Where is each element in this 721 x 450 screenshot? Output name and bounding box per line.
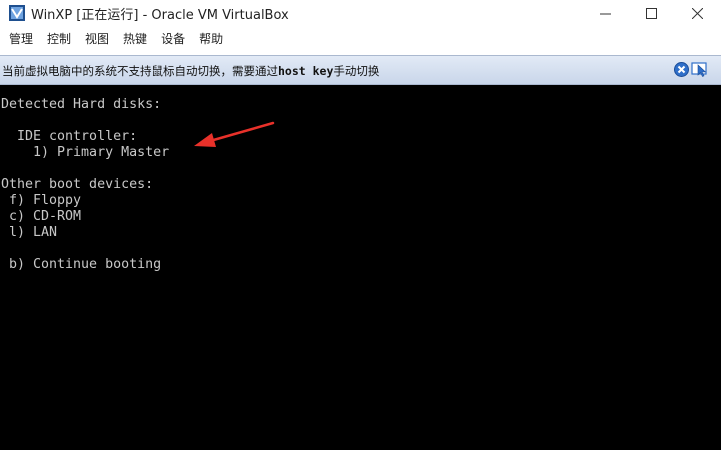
menu-manage[interactable]: 管理 <box>0 28 38 50</box>
notification-text-after: 手动切换 <box>333 64 380 78</box>
close-icon <box>691 7 703 19</box>
close-notice-icon[interactable] <box>674 62 689 77</box>
console-line: 1) Primary Master <box>1 145 170 160</box>
vm-console-screen[interactable]: Detected Hard disks: IDE controller: 1) … <box>0 85 721 450</box>
minimize-button[interactable] <box>582 0 628 26</box>
mouse-integration-icon[interactable] <box>691 61 709 78</box>
menu-view[interactable]: 视图 <box>76 28 114 50</box>
notification-text-before: 当前虚拟电脑中的系统不支持鼠标自动切换，需要通过 <box>2 64 278 78</box>
close-button[interactable] <box>674 0 720 26</box>
console-line: c) CD-ROM <box>1 209 82 224</box>
console-line: IDE controller: <box>1 129 138 144</box>
maximize-icon <box>645 7 657 19</box>
console-line: l) LAN <box>1 225 58 240</box>
menu-bar: 管理 控制 视图 热键 设备 帮助 <box>0 28 721 50</box>
menu-control[interactable]: 控制 <box>38 28 76 50</box>
menu-help[interactable]: 帮助 <box>190 28 228 50</box>
console-line: b) Continue booting <box>1 257 162 272</box>
virtualbox-icon <box>9 5 25 21</box>
window-title: WinXP [正在运行] - Oracle VM VirtualBox <box>31 8 289 23</box>
console-line: Detected Hard disks: <box>1 97 162 112</box>
notification-host-key: host key <box>278 64 334 78</box>
menu-devices[interactable]: 设备 <box>152 28 190 50</box>
menu-hotkey[interactable]: 热键 <box>114 28 152 50</box>
console-line: f) Floppy <box>1 193 82 208</box>
maximize-button[interactable] <box>628 0 674 26</box>
minimize-icon <box>599 13 611 14</box>
notification-bar: 当前虚拟电脑中的系统不支持鼠标自动切换，需要通过host key手动切换 <box>0 55 721 85</box>
title-bar[interactable]: WinXP [正在运行] - Oracle VM VirtualBox <box>0 0 721 26</box>
console-line: Other boot devices: <box>1 177 154 192</box>
notification-message: 当前虚拟电脑中的系统不支持鼠标自动切换，需要通过host key手动切换 <box>2 63 379 79</box>
